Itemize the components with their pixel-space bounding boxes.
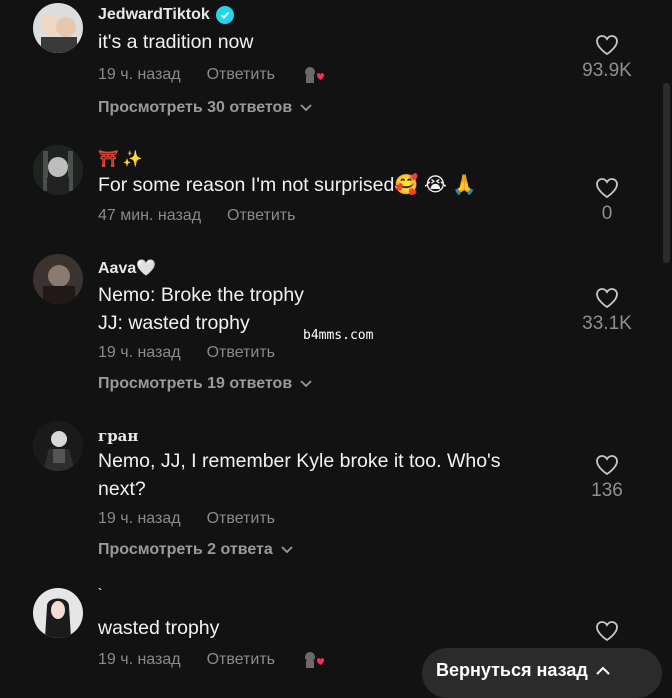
avatar[interactable]: [33, 421, 83, 471]
reply-button[interactable]: Ответить: [207, 510, 275, 528]
avatar[interactable]: [33, 3, 83, 53]
like-button[interactable]: 33.1K: [570, 287, 644, 335]
chevron-down-icon: [300, 104, 312, 112]
avatar[interactable]: [33, 588, 83, 638]
chevron-up-icon: [596, 666, 610, 675]
view-replies-button[interactable]: Просмотреть 19 ответов: [98, 375, 312, 393]
comment-username[interactable]: JedwardTiktok: [98, 6, 234, 24]
comment-meta: 19 ч. назад Ответить: [98, 65, 325, 85]
comment-text-line: Nemo: Broke the trophy: [98, 284, 304, 306]
comment-time: 19 ч. назад: [98, 344, 181, 361]
reply-button[interactable]: Ответить: [207, 66, 275, 84]
comment-time: 47 мин. назад: [98, 207, 202, 224]
comment-username[interactable]: `: [98, 586, 102, 600]
heart-outline-icon: [596, 178, 618, 199]
watermark: b4mms.com: [303, 328, 374, 343]
comment-meta: 19 ч. назад Ответить: [98, 510, 275, 528]
view-replies-button[interactable]: Просмотреть 30 ответов: [98, 99, 312, 117]
back-to-top-label: Вернуться назад: [436, 660, 588, 680]
heart-outline-icon: [596, 455, 618, 476]
comment-meta: 47 мин. назад Ответить: [98, 207, 295, 225]
avatar[interactable]: [33, 254, 83, 304]
creator-liked-icon: [303, 65, 325, 85]
avatar[interactable]: [33, 145, 83, 195]
reply-button[interactable]: Ответить: [207, 344, 275, 362]
scrollbar-thumb[interactable]: [663, 83, 670, 263]
back-to-top-button[interactable]: Вернуться назад: [422, 648, 662, 698]
comment-meta: 19 ч. назад Ответить: [98, 344, 275, 362]
comment-time: 19 ч. назад: [98, 510, 181, 527]
comment-text: it's a tradition now: [98, 31, 254, 53]
comment-text: wasted trophy: [98, 617, 220, 639]
comment-meta: 19 ч. назад Ответить: [98, 650, 325, 670]
view-replies-button[interactable]: Просмотреть 2 ответа: [98, 541, 293, 559]
like-count: 0: [601, 203, 613, 224]
comment-time: 19 ч. назад: [98, 651, 181, 668]
comment-time: 19 ч. назад: [98, 66, 181, 83]
like-button[interactable]: 136: [570, 454, 644, 502]
comment-username[interactable]: гран: [98, 427, 138, 445]
verified-icon: [215, 6, 234, 24]
like-count: 136: [591, 480, 623, 501]
reply-button[interactable]: Ответить: [227, 207, 295, 225]
comment-text: Nemo, JJ, I remember Kyle broke it too. …: [98, 447, 538, 503]
comment-text: For some reason I'm not surprised🥰 😭 🙏: [98, 174, 477, 196]
creator-liked-icon: [303, 650, 325, 670]
like-button[interactable]: [570, 620, 644, 646]
like-button[interactable]: 93.9K: [570, 34, 644, 82]
comment-text-line: Nemo, JJ, I remember Kyle broke it too. …: [98, 450, 501, 472]
reply-button[interactable]: Ответить: [207, 651, 275, 669]
chevron-down-icon: [281, 546, 293, 554]
like-count: 93.9K: [582, 60, 632, 81]
like-count: 33.1K: [582, 313, 632, 334]
heart-outline-icon: [596, 288, 618, 309]
comment-username[interactable]: ⛩ ✨: [98, 149, 143, 169]
heart-outline-icon: [596, 35, 618, 56]
comment-text-line: next?: [98, 478, 146, 500]
comment-username[interactable]: Aava🤍: [98, 258, 156, 278]
like-button[interactable]: 0: [570, 177, 644, 225]
chevron-down-icon: [300, 380, 312, 388]
heart-outline-icon: [596, 621, 618, 642]
